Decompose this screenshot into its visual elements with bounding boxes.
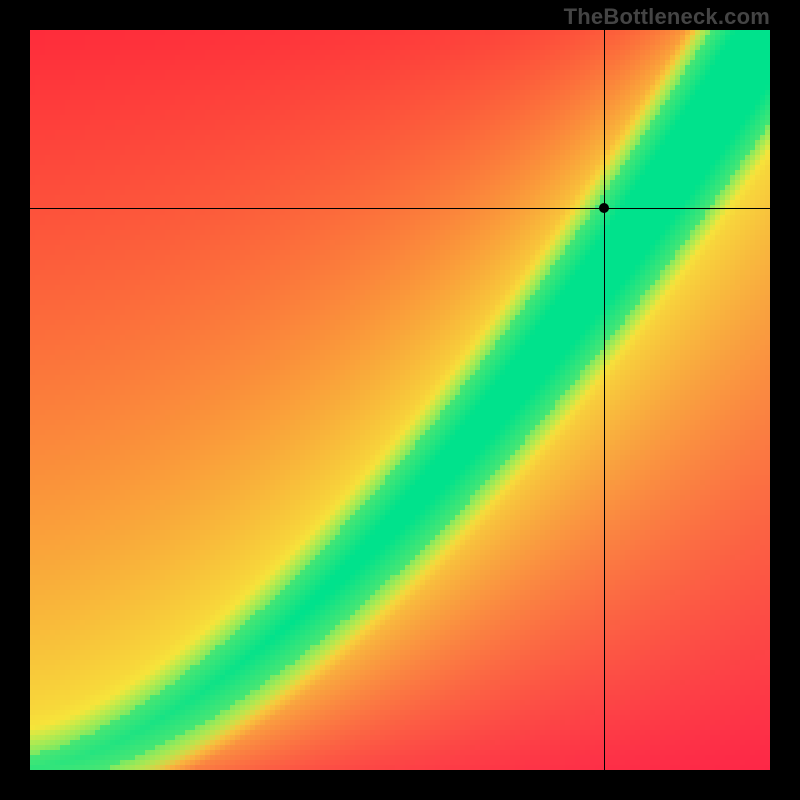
crosshair-vertical — [604, 30, 605, 770]
bottleneck-heatmap — [30, 30, 770, 770]
chart-frame: TheBottleneck.com — [0, 0, 800, 800]
watermark-text: TheBottleneck.com — [564, 4, 770, 30]
selection-marker — [599, 203, 609, 213]
crosshair-horizontal — [30, 208, 770, 209]
